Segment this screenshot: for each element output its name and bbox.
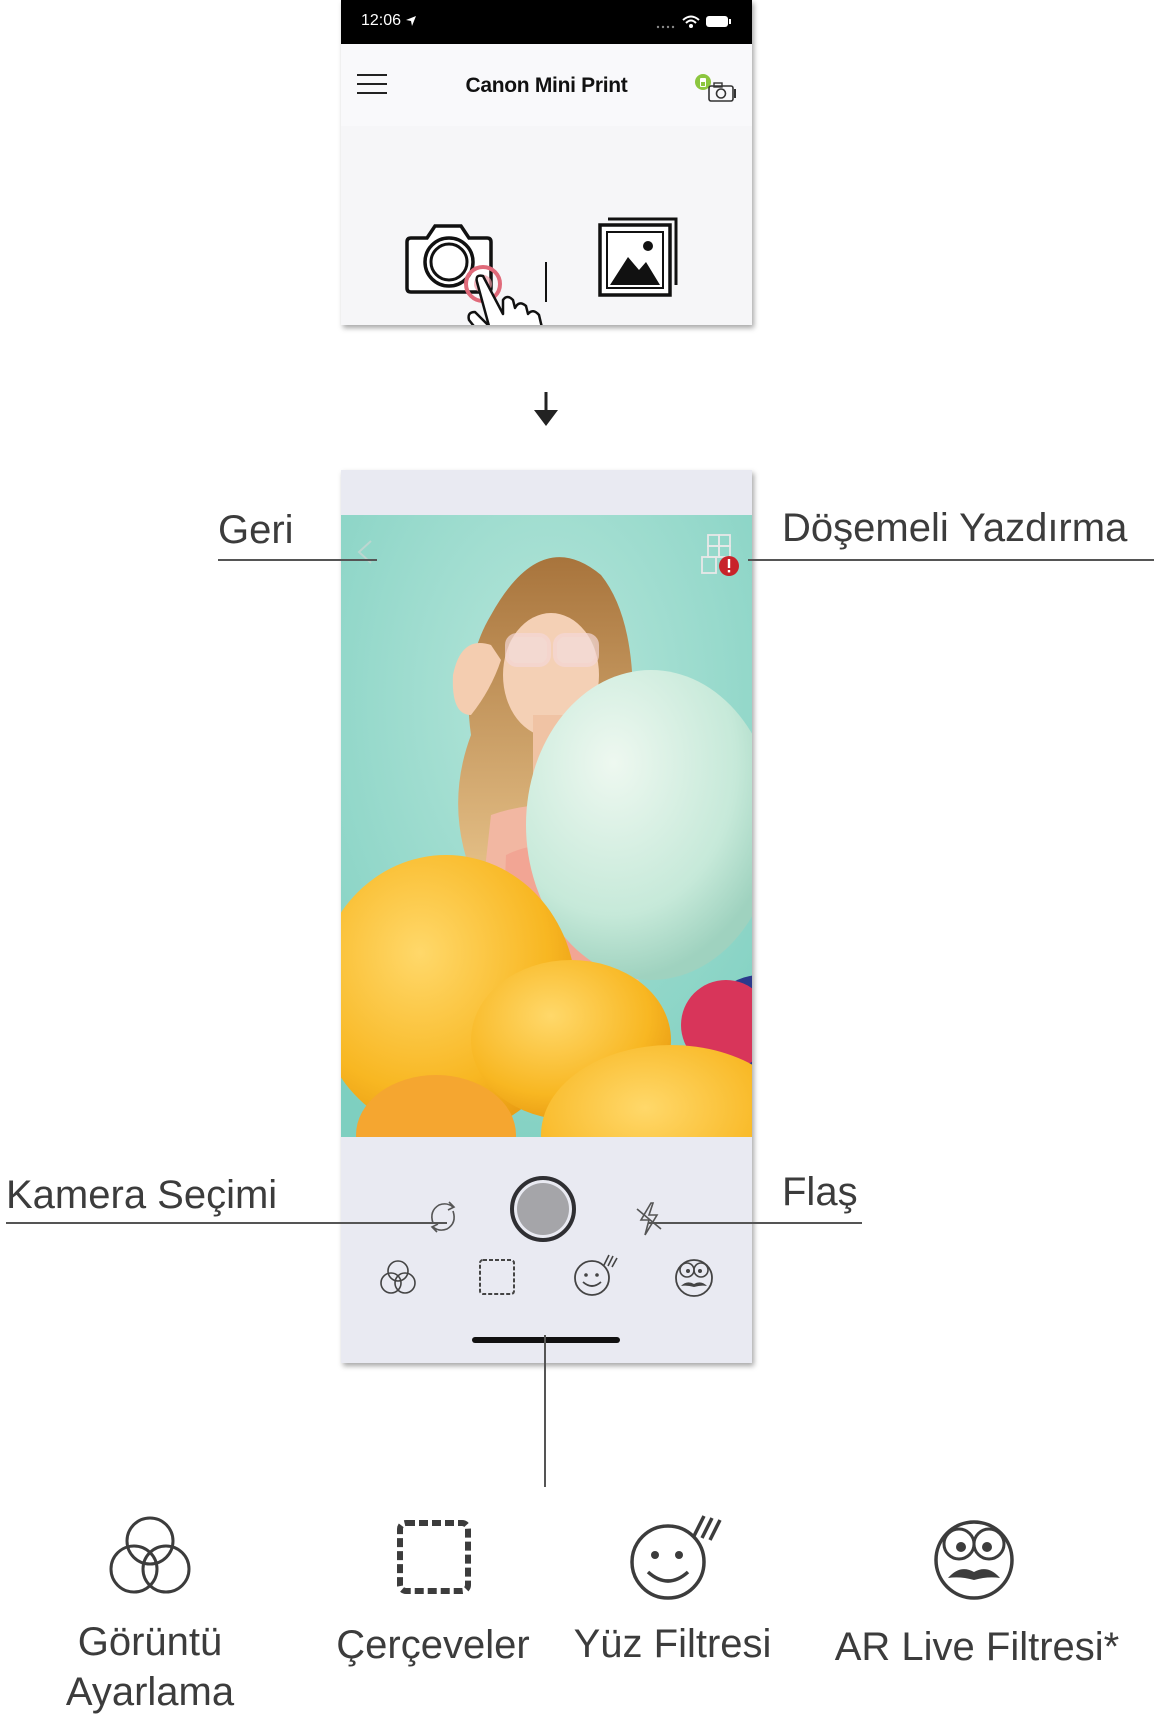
feature-label-face-filter: Yüz Filtresi	[573, 1622, 772, 1666]
app-header: Canon Mini Print	[341, 44, 752, 126]
camera-screen	[341, 470, 752, 1363]
printer-status-icon[interactable]	[692, 73, 738, 105]
tile-print-icon[interactable]	[698, 533, 742, 577]
callout-camera-select-line	[6, 1222, 447, 1224]
feature-label-line2: Ayarlama	[65, 1670, 235, 1714]
callout-back-line	[218, 559, 377, 561]
app-title: Canon Mini Print	[465, 74, 628, 97]
callout-back-label: Geri	[218, 508, 294, 552]
gallery-button[interactable]	[596, 215, 681, 300]
home-indicator	[472, 1337, 620, 1343]
feature-label-line1: Görüntü	[77, 1620, 223, 1664]
camera-switch-icon[interactable]	[425, 1199, 461, 1235]
photo-preview-image	[341, 515, 752, 1137]
callout-flash-line	[648, 1222, 862, 1224]
back-chevron-icon[interactable]	[353, 537, 377, 567]
callout-flash-label: Flaş	[782, 1170, 858, 1214]
ar-filter-tab-icon[interactable]	[669, 1253, 719, 1299]
face-filter-tab-icon[interactable]	[571, 1253, 619, 1299]
status-time: 12:06	[361, 12, 402, 29]
callout-tile-print-label: Döşemeli Yazdırma	[782, 506, 1128, 550]
callout-tabs-line	[544, 1335, 546, 1487]
image-adjust-tab-icon[interactable]	[375, 1255, 421, 1301]
home-screen: 12:06 Canon Mini Print	[341, 0, 752, 325]
flash-off-icon[interactable]	[633, 1201, 665, 1237]
frames-icon	[397, 1520, 471, 1594]
status-bar: 12:06	[341, 0, 752, 44]
ar-live-filter-icon	[934, 1520, 1014, 1600]
shutter-button[interactable]	[510, 1176, 576, 1242]
signal-wifi-battery-icon	[656, 15, 731, 29]
image-adjust-icon	[109, 1516, 191, 1594]
feature-label-frames: Çerçeveler	[336, 1623, 530, 1667]
camera-controls	[341, 1137, 752, 1363]
frames-tab-icon[interactable]	[475, 1255, 519, 1299]
callout-tile-print-line	[748, 559, 1154, 561]
callout-camera-select-label: Kamera Seçimi	[6, 1173, 278, 1217]
feature-label-ar-live-filter: AR Live Filtresi*	[834, 1625, 1120, 1669]
feature-label-image-adjust: Görüntü Ayarlama	[40, 1617, 260, 1717]
down-arrow-icon	[534, 392, 558, 426]
camera-preview	[341, 515, 752, 1137]
tap-hand-icon	[464, 265, 543, 325]
location-arrow-icon	[406, 16, 416, 26]
face-filter-icon	[630, 1515, 722, 1600]
